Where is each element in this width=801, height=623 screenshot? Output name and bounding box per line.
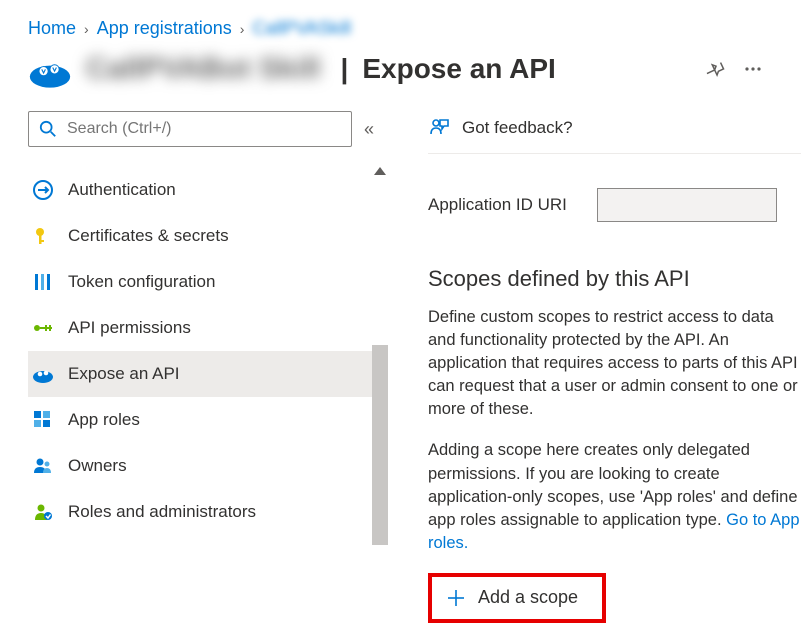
owners-icon: [32, 455, 54, 477]
sidebar-item-certificates-secrets[interactable]: Certificates & secrets: [28, 213, 382, 259]
scopes-heading: Scopes defined by this API: [428, 266, 801, 292]
sidebar-item-label: App roles: [68, 410, 140, 430]
sidebar-item-expose-api[interactable]: Expose an API: [28, 351, 382, 397]
sidebar-item-label: Token configuration: [68, 272, 215, 292]
api-permissions-icon: [32, 317, 54, 339]
page-title-row: CallPVABot Skill | Expose an API: [0, 49, 801, 111]
breadcrumb-home[interactable]: Home: [28, 18, 76, 39]
breadcrumb-app-name[interactable]: CallPVASkill: [252, 18, 351, 39]
feedback-icon: [428, 117, 450, 139]
key-icon: [32, 225, 54, 247]
sidebar-item-label: Expose an API: [68, 364, 180, 384]
title-separator: |: [341, 53, 349, 85]
add-scope-button[interactable]: Add a scope: [428, 573, 606, 623]
page-title: Expose an API: [362, 53, 555, 85]
scopes-description-2: Adding a scope here creates only delegat…: [428, 439, 801, 554]
breadcrumb: Home › App registrations › CallPVASkill: [0, 0, 801, 49]
scroll-thumb[interactable]: [372, 345, 388, 545]
scroll-up-icon[interactable]: [374, 167, 386, 175]
roles-admin-icon: [32, 501, 54, 523]
sidebar-item-app-roles[interactable]: App roles: [28, 397, 382, 443]
sidebar-nav: Authentication Certificates & secrets To…: [28, 167, 382, 535]
sidebar-item-label: Authentication: [68, 180, 176, 200]
application-id-uri-row: Application ID URI: [428, 188, 801, 222]
breadcrumb-app-registrations[interactable]: App registrations: [97, 18, 232, 39]
sidebar-item-authentication[interactable]: Authentication: [28, 167, 382, 213]
sidebar: « Authentication Certificates & secrets …: [0, 111, 388, 591]
sidebar-search[interactable]: [28, 111, 352, 147]
chevron-right-icon: ›: [84, 21, 89, 37]
sidebar-item-roles-administrators[interactable]: Roles and administrators: [28, 489, 382, 535]
sidebar-item-api-permissions[interactable]: API permissions: [28, 305, 382, 351]
got-feedback-link[interactable]: Got feedback?: [428, 117, 801, 139]
got-feedback-label: Got feedback?: [462, 118, 573, 138]
application-id-uri-label: Application ID URI: [428, 195, 567, 215]
divider: [428, 153, 801, 154]
sidebar-item-owners[interactable]: Owners: [28, 443, 382, 489]
collapse-sidebar-icon[interactable]: «: [364, 119, 382, 140]
sidebar-item-label: Owners: [68, 456, 127, 476]
sidebar-item-label: API permissions: [68, 318, 191, 338]
auth-icon: [32, 179, 54, 201]
search-input[interactable]: [67, 120, 341, 138]
content: Got feedback? Application ID URI Scopes …: [388, 111, 801, 591]
scrollbar[interactable]: [372, 167, 388, 535]
pin-icon[interactable]: [705, 59, 725, 79]
expose-api-icon: [32, 363, 54, 385]
scopes-description-1: Define custom scopes to restrict access …: [428, 306, 801, 421]
token-icon: [32, 271, 54, 293]
application-id-uri-input[interactable]: [597, 188, 777, 222]
more-icon[interactable]: [743, 59, 763, 79]
app-icon: [28, 51, 72, 87]
app-roles-icon: [32, 409, 54, 431]
sidebar-item-label: Certificates & secrets: [68, 226, 229, 246]
sidebar-item-token-configuration[interactable]: Token configuration: [28, 259, 382, 305]
search-icon: [39, 120, 57, 138]
sidebar-item-label: Roles and administrators: [68, 502, 256, 522]
app-name-title: CallPVABot Skill: [86, 52, 321, 86]
chevron-right-icon: ›: [240, 21, 245, 37]
